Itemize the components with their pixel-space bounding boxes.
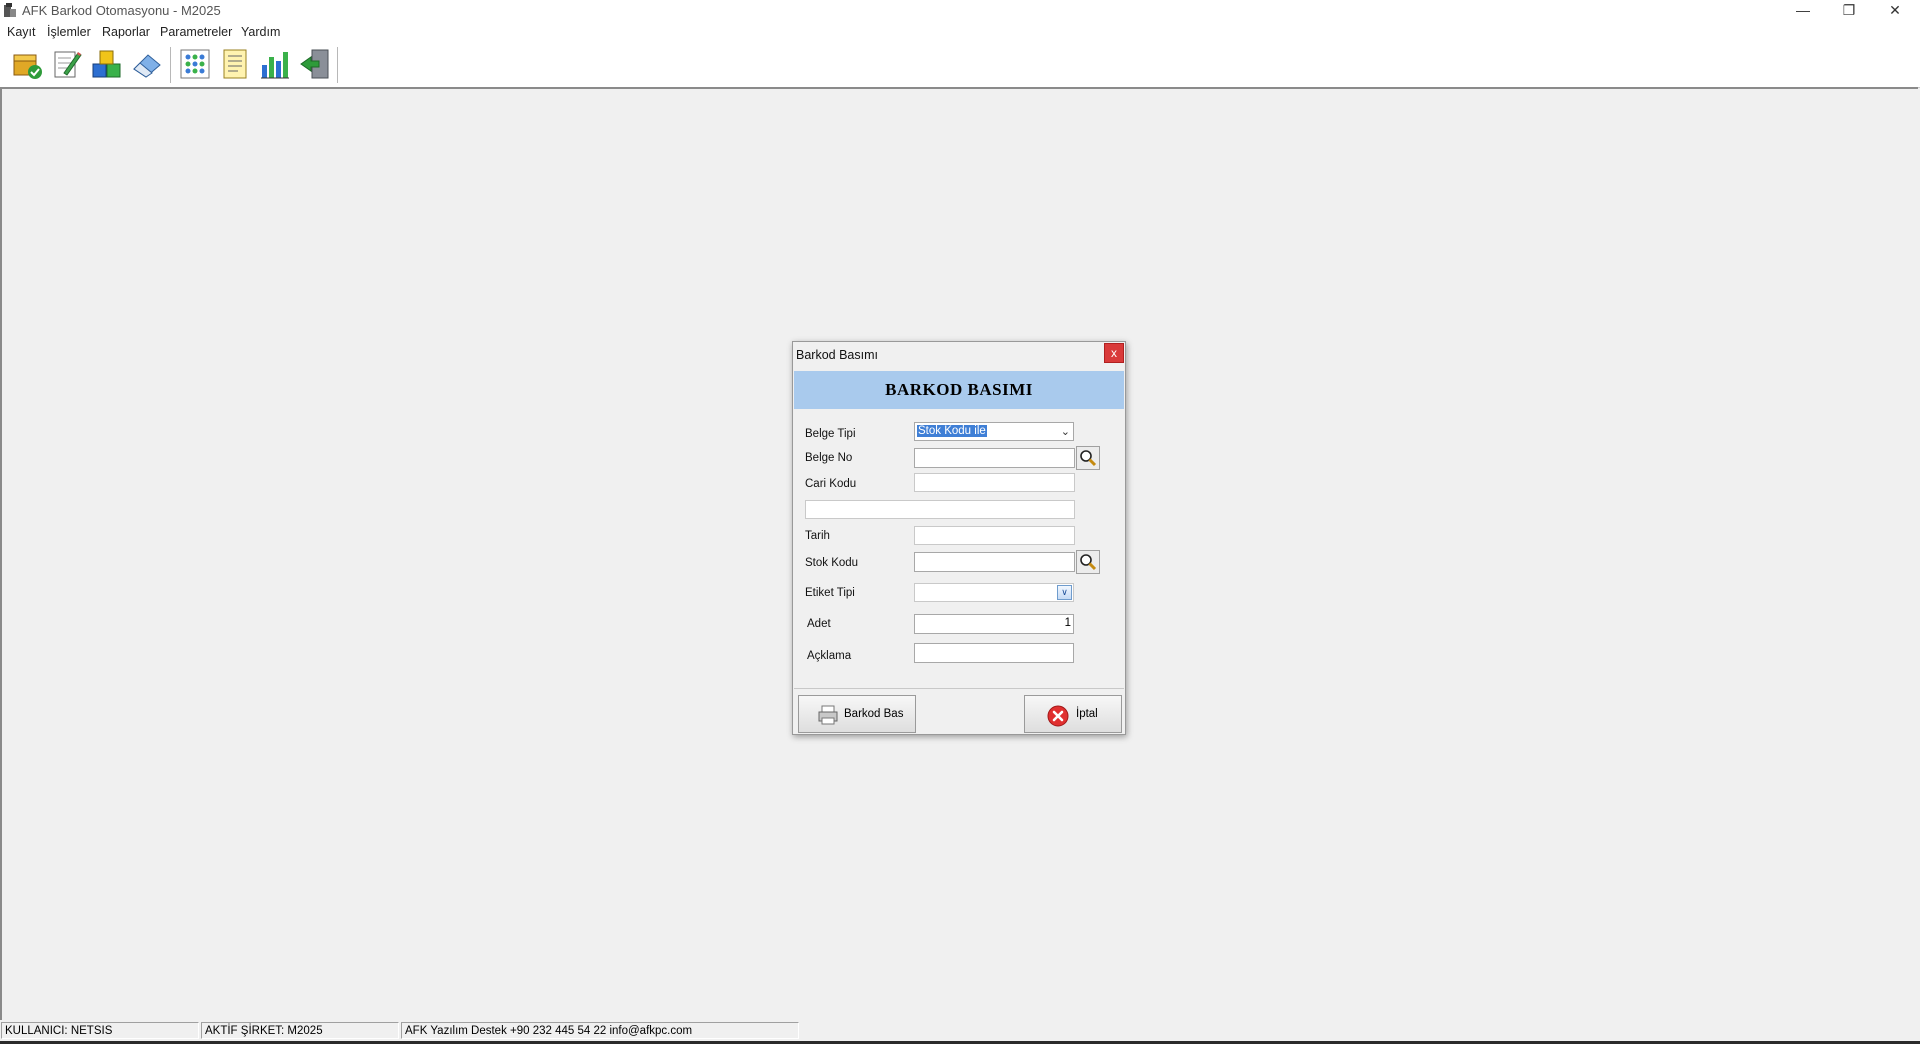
cari-adi-input[interactable] <box>805 500 1075 519</box>
toolbar <box>0 42 1920 88</box>
belge-tipi-label: Belge Tipi <box>805 428 856 440</box>
belge-no-label: Belge No <box>805 452 853 464</box>
aciklama-label: Açklama <box>807 650 852 662</box>
dialog-header: BARKOD BASIMI <box>794 371 1124 409</box>
app-logo-icon <box>4 3 16 17</box>
dialog-title: Barkod Basımı <box>796 348 878 362</box>
menu-kayit[interactable]: Kayıt <box>7 25 36 39</box>
dialog-separator <box>794 688 1124 689</box>
menu-islemler[interactable]: İşlemler <box>47 25 91 39</box>
status-company: AKTİF ŞİRKET: M2025 <box>201 1022 399 1039</box>
belge-no-input[interactable] <box>914 448 1075 468</box>
barkod-basimi-dialog: Barkod Basımı x BARKOD BASIMI Belge Tipi… <box>792 341 1126 735</box>
exit-door-icon[interactable] <box>298 47 332 81</box>
chevron-down-icon[interactable]: ∨ <box>1057 585 1072 600</box>
eraser-icon[interactable] <box>130 47 164 81</box>
etiket-tipi-combo[interactable]: ∨ <box>914 583 1074 602</box>
belge-tipi-combo[interactable]: Stok Kodu ile ⌄ <box>914 422 1074 441</box>
cubes-icon[interactable] <box>90 47 124 81</box>
cancel-x-icon <box>1047 705 1069 727</box>
minimize-icon[interactable]: — <box>1780 0 1826 22</box>
belge-no-search-icon[interactable] <box>1076 446 1100 470</box>
edit-document-icon[interactable] <box>50 47 84 81</box>
cari-kodu-input[interactable] <box>914 473 1075 492</box>
iptal-button[interactable]: İptal <box>1024 695 1122 733</box>
bar-chart-icon[interactable] <box>258 47 292 81</box>
barkod-bas-button[interactable]: Barkod Bas <box>798 695 916 733</box>
menu-bar: Kayıt İşlemler Raporlar Parametreler Yar… <box>0 22 1920 42</box>
stok-kodu-label: Stok Kodu <box>805 557 859 569</box>
menu-raporlar[interactable]: Raporlar <box>102 25 150 39</box>
iptal-label: İptal <box>1076 708 1098 720</box>
network-grid-icon[interactable] <box>178 47 212 81</box>
window-title: AFK Barkod Otomasyonu - M2025 <box>22 3 221 18</box>
aciklama-input[interactable] <box>914 643 1074 663</box>
adet-label: Adet <box>807 618 831 630</box>
barkod-bas-label: Barkod Bas <box>844 708 904 720</box>
belge-tipi-value: Stok Kodu ile <box>917 425 987 437</box>
close-icon[interactable]: ✕ <box>1872 0 1918 22</box>
tarih-label: Tarih <box>805 530 830 542</box>
title-bar: AFK Barkod Otomasyonu - M2025 — ❐ ✕ <box>0 0 1920 22</box>
list-document-icon[interactable] <box>218 47 252 81</box>
printer-icon <box>818 705 838 725</box>
toolbar-separator <box>337 47 338 83</box>
status-support: AFK Yazılım Destek +90 232 445 54 22 inf… <box>401 1022 799 1039</box>
dialog-close-button[interactable]: x <box>1104 343 1124 363</box>
status-user: KULLANICI: NETSIS <box>1 1022 199 1039</box>
menu-yardim[interactable]: Yardım <box>241 25 280 39</box>
cari-kodu-label: Cari Kodu <box>805 478 857 490</box>
restore-icon[interactable]: ❐ <box>1826 0 1872 22</box>
toolbar-separator <box>170 47 171 83</box>
tarih-input[interactable] <box>914 526 1075 545</box>
adet-input[interactable]: 1 <box>914 614 1074 634</box>
stok-kodu-input[interactable] <box>914 552 1075 572</box>
stok-kodu-search-icon[interactable] <box>1076 550 1100 574</box>
status-bar: KULLANICI: NETSIS AKTİF ŞİRKET: M2025 AF… <box>0 1021 1920 1041</box>
approve-box-icon[interactable] <box>10 47 44 81</box>
menu-parametreler[interactable]: Parametreler <box>160 25 232 39</box>
chevron-down-icon[interactable]: ⌄ <box>1061 424 1070 441</box>
etiket-tipi-label: Etiket Tipi <box>805 587 855 599</box>
